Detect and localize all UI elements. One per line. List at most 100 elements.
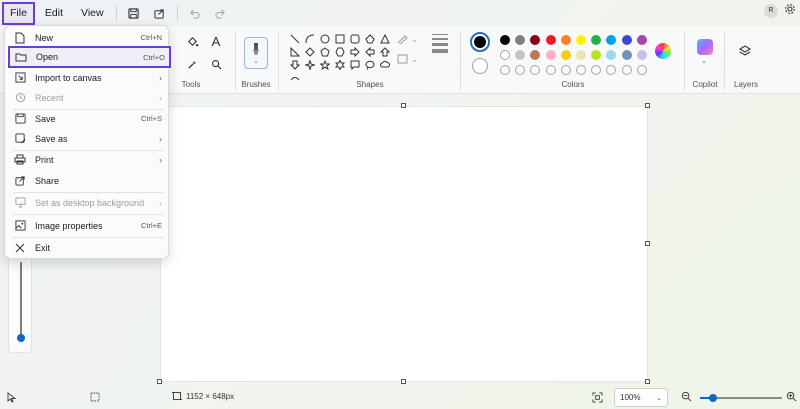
menu-item-print[interactable]: Print ›: [9, 150, 166, 169]
menu-item-image-properties[interactable]: Image properties Ctrl+E: [9, 216, 166, 235]
zoom-in-icon[interactable]: [786, 391, 797, 404]
fill-dropdown[interactable]: ⌄: [397, 54, 418, 64]
size-selector[interactable]: [432, 34, 448, 53]
rectangle-shape-icon[interactable]: [332, 32, 347, 45]
up-arrow-shape-icon[interactable]: [377, 45, 392, 58]
brush-size-slider[interactable]: [8, 255, 32, 353]
resize-handle-bottom-left[interactable]: [157, 379, 162, 384]
pentagon-shape-icon[interactable]: [317, 45, 332, 58]
color-swatch[interactable]: [560, 50, 571, 60]
color-swatch[interactable]: [530, 35, 541, 45]
custom-color-swatch[interactable]: [500, 65, 510, 75]
file-menu[interactable]: File: [2, 1, 35, 25]
menu-item-share[interactable]: Share: [9, 171, 166, 190]
six-point-star-shape-icon[interactable]: [332, 58, 347, 71]
slider-thumb[interactable]: [17, 334, 25, 342]
color-swatch[interactable]: [575, 50, 586, 60]
five-point-star-shape-icon[interactable]: [317, 58, 332, 71]
layers-icon[interactable]: [738, 44, 752, 61]
zoom-slider-thumb[interactable]: [709, 394, 718, 402]
edit-colors-icon[interactable]: [655, 43, 671, 59]
color-swatch[interactable]: [560, 35, 571, 45]
menu-item-recent[interactable]: Recent ›: [9, 88, 166, 107]
avatar[interactable]: R: [764, 3, 778, 18]
custom-color-swatch[interactable]: [621, 65, 632, 75]
custom-color-swatch[interactable]: [515, 65, 526, 75]
edit-menu[interactable]: Edit: [37, 2, 71, 24]
magnifier-icon[interactable]: [207, 55, 225, 73]
color-swatch[interactable]: [591, 35, 602, 45]
menu-item-import-to-canvas[interactable]: Import to canvas ›: [9, 68, 166, 87]
drawing-canvas[interactable]: [160, 106, 648, 382]
four-point-star-shape-icon[interactable]: [302, 58, 317, 71]
oval-callout-shape-icon[interactable]: [362, 58, 377, 71]
color-swatch[interactable]: [515, 35, 526, 45]
custom-color-swatch[interactable]: [606, 65, 617, 75]
custom-color-swatch[interactable]: [530, 65, 541, 75]
color-swatch[interactable]: [500, 50, 510, 60]
undo-icon[interactable]: [182, 2, 208, 24]
custom-color-swatch[interactable]: [575, 65, 586, 75]
resize-handle-bottom-right[interactable]: [645, 379, 650, 384]
cloud-callout-shape-icon[interactable]: [377, 58, 392, 71]
custom-color-swatch[interactable]: [591, 65, 602, 75]
menu-item-save[interactable]: Save Ctrl+S: [9, 109, 166, 128]
color-swatch[interactable]: [545, 50, 556, 60]
heart-shape-icon[interactable]: [287, 71, 302, 84]
color-picker-icon[interactable]: [183, 55, 201, 73]
copilot-icon[interactable]: [697, 39, 713, 55]
color-swatch[interactable]: [500, 35, 510, 45]
resize-handle-top-right[interactable]: [645, 103, 650, 108]
chevron-down-icon[interactable]: ⌄: [701, 57, 707, 65]
brush-button[interactable]: ⌄: [244, 37, 268, 69]
menu-item-set-as-desktop-background[interactable]: Set as desktop background ›: [9, 193, 166, 212]
color-swatch[interactable]: [591, 50, 602, 60]
fill-icon[interactable]: [183, 32, 201, 50]
hexagon-shape-icon[interactable]: [332, 45, 347, 58]
rect-callout-shape-icon[interactable]: [347, 58, 362, 71]
custom-color-swatch[interactable]: [560, 65, 571, 75]
menu-item-new[interactable]: New Ctrl+N: [9, 28, 166, 47]
color-swatch[interactable]: [636, 35, 647, 45]
left-arrow-shape-icon[interactable]: [362, 45, 377, 58]
menu-item-exit[interactable]: Exit: [9, 238, 166, 257]
color-swatch[interactable]: [530, 50, 541, 60]
color-swatch[interactable]: [606, 35, 617, 45]
right-triangle-shape-icon[interactable]: [287, 45, 302, 58]
diamond-shape-icon[interactable]: [302, 45, 317, 58]
view-menu[interactable]: View: [73, 2, 112, 24]
share-icon[interactable]: [147, 2, 173, 24]
fit-to-window-icon[interactable]: [592, 392, 603, 405]
resize-handle-top[interactable]: [401, 103, 406, 108]
gear-icon[interactable]: [784, 3, 796, 18]
resize-handle-right[interactable]: [645, 241, 650, 246]
polygon-shape-icon[interactable]: [362, 32, 377, 45]
color-swatch[interactable]: [621, 50, 632, 60]
menu-item-open[interactable]: Open Ctrl+O: [8, 46, 171, 68]
custom-color-swatch[interactable]: [545, 65, 556, 75]
rounded-rectangle-shape-icon[interactable]: [347, 32, 362, 45]
save-icon[interactable]: [121, 2, 147, 24]
outline-dropdown[interactable]: ⌄: [397, 34, 418, 44]
secondary-color[interactable]: [472, 58, 488, 74]
custom-color-swatch[interactable]: [636, 65, 647, 75]
color-swatch[interactable]: [575, 35, 586, 45]
resize-handle-bottom[interactable]: [401, 379, 406, 384]
color-swatch[interactable]: [606, 50, 617, 60]
right-arrow-shape-icon[interactable]: [347, 45, 362, 58]
menu-item-save-as[interactable]: Save as ›: [9, 129, 166, 148]
color-swatch[interactable]: [621, 35, 632, 45]
down-arrow-shape-icon[interactable]: [287, 58, 302, 71]
zoom-out-icon[interactable]: [681, 391, 692, 404]
redo-icon[interactable]: [208, 2, 234, 24]
zoom-select[interactable]: 100% ⌄: [614, 388, 668, 407]
color-swatch[interactable]: [636, 50, 647, 60]
color-swatch[interactable]: [515, 50, 526, 60]
curve-shape-icon[interactable]: [302, 32, 317, 45]
line-shape-icon[interactable]: [287, 32, 302, 45]
primary-color[interactable]: [470, 32, 490, 52]
text-icon[interactable]: A: [207, 32, 225, 50]
color-swatch[interactable]: [545, 35, 556, 45]
oval-shape-icon[interactable]: [317, 32, 332, 45]
triangle-shape-icon[interactable]: [377, 32, 392, 45]
